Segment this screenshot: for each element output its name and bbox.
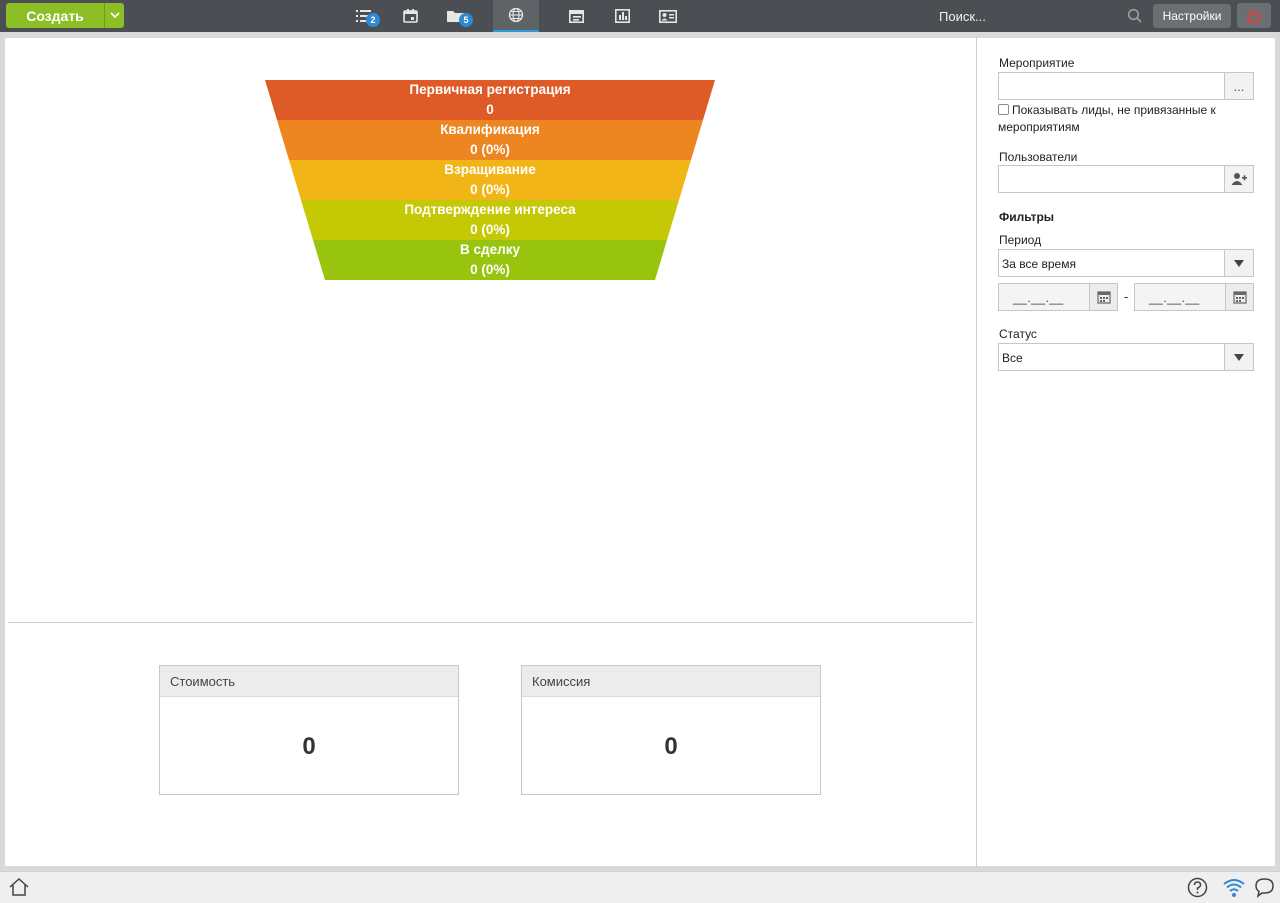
report-pane: Первичная регистрация 0 Квалификация 0 (… xyxy=(5,38,976,866)
status-selected-value: Все xyxy=(1002,351,1023,365)
date-from-value: __.__.__ xyxy=(1013,291,1064,305)
date-to-calendar-button[interactable] xyxy=(1225,284,1253,310)
date-to-field[interactable]: __.__.__ xyxy=(1134,283,1254,311)
create-button-group: Создать xyxy=(6,3,124,28)
main-content: Первичная регистрация 0 Квалификация 0 (… xyxy=(5,38,1275,866)
window-icon xyxy=(568,9,584,23)
funnel-stage-5-value: 0 (0%) xyxy=(470,262,510,277)
cost-card-title: Стоимость xyxy=(160,666,458,697)
chat-bubble-icon xyxy=(1255,878,1274,898)
top-navigation-bar: Создать 2 5 Поиск... Настройки xyxy=(0,0,1280,32)
nav-documents[interactable]: 5 xyxy=(433,0,479,32)
section-divider xyxy=(8,622,973,623)
nav-reports[interactable] xyxy=(599,0,645,32)
chevron-down-icon xyxy=(109,12,120,19)
create-dropdown-toggle[interactable] xyxy=(105,3,124,28)
globe-icon xyxy=(508,7,524,23)
date-range-separator: - xyxy=(1124,289,1129,304)
cost-card-value: 0 xyxy=(302,733,316,760)
funnel-stage-2-name: Квалификация xyxy=(440,122,540,137)
funnel-stage-3-value: 0 (0%) xyxy=(470,182,510,197)
bar-chart-icon xyxy=(614,9,630,23)
funnel-stage-5-name: В сделку xyxy=(460,242,520,257)
power-icon xyxy=(1247,8,1261,24)
help-icon xyxy=(1187,877,1208,898)
nav-crm[interactable] xyxy=(493,0,539,32)
date-from-field[interactable]: __.__.__ xyxy=(998,283,1118,311)
chat-button[interactable] xyxy=(1254,877,1275,901)
triangle-down-icon xyxy=(1234,353,1244,361)
wifi-icon xyxy=(1223,879,1245,897)
calendar-icon xyxy=(1096,291,1111,304)
user-icon xyxy=(1231,173,1247,185)
bottom-status-bar xyxy=(0,871,1280,903)
show-unlinked-label: Показывать лиды, не привязанные к меропр… xyxy=(998,103,1216,134)
triangle-down-icon xyxy=(1234,259,1244,267)
users-field[interactable] xyxy=(998,165,1254,193)
event-label: Мероприятие xyxy=(999,56,1075,70)
settings-button[interactable]: Настройки xyxy=(1153,4,1231,28)
funnel-stage-2-value: 0 (0%) xyxy=(470,142,510,157)
show-unlinked-row: Показывать лиды, не привязанные к меропр… xyxy=(998,102,1238,136)
period-label: Период xyxy=(999,233,1042,247)
help-button[interactable] xyxy=(1187,877,1208,901)
home-icon xyxy=(9,877,29,896)
funnel-stage-4-value: 0 (0%) xyxy=(470,222,510,237)
commission-card: Комиссия 0 xyxy=(521,665,821,795)
funnel-stage-1-name: Первичная регистрация xyxy=(409,82,571,97)
calendar-icon xyxy=(1232,291,1247,304)
tasks-count-badge: 2 xyxy=(366,13,380,27)
connection-status[interactable] xyxy=(1222,877,1246,901)
period-selected-value: За все время xyxy=(1002,257,1076,271)
documents-count-badge: 5 xyxy=(459,13,473,27)
filters-heading: Фильтры xyxy=(999,210,1055,224)
date-to-value: __.__.__ xyxy=(1149,291,1200,305)
logout-button[interactable] xyxy=(1237,3,1271,28)
commission-card-title: Комиссия xyxy=(522,666,820,697)
cost-card: Стоимость 0 xyxy=(159,665,459,795)
filter-panel: Мероприятие ... Показывать лиды, не прив… xyxy=(976,38,1275,866)
create-button[interactable]: Создать xyxy=(6,3,105,28)
global-search-input[interactable]: Поиск... xyxy=(939,9,986,24)
calendar-icon xyxy=(402,9,418,23)
nav-tasks[interactable]: 2 xyxy=(341,0,387,32)
contact-card-icon xyxy=(659,9,677,23)
nav-contacts[interactable] xyxy=(645,0,691,32)
funnel-stage-4-name: Подтверждение интереса xyxy=(404,202,576,217)
nav-calendar[interactable] xyxy=(387,0,433,32)
sales-funnel: Первичная регистрация 0 Квалификация 0 (… xyxy=(265,80,715,280)
status-dropdown-toggle[interactable] xyxy=(1224,344,1253,370)
period-select[interactable]: За все время xyxy=(998,249,1254,277)
event-picker-button[interactable]: ... xyxy=(1224,73,1253,99)
search-icon[interactable] xyxy=(1127,8,1143,27)
status-select[interactable]: Все xyxy=(998,343,1254,371)
users-label: Пользователи xyxy=(999,150,1078,164)
date-from-calendar-button[interactable] xyxy=(1089,284,1117,310)
period-dropdown-toggle[interactable] xyxy=(1224,250,1253,276)
commission-card-value: 0 xyxy=(664,733,678,760)
user-picker-button[interactable] xyxy=(1224,166,1253,192)
funnel-stage-3-name: Взращивание xyxy=(444,162,536,177)
home-button[interactable] xyxy=(8,877,30,900)
funnel-stage-1-value: 0 xyxy=(486,102,494,117)
status-label: Статус xyxy=(999,327,1037,341)
nav-projects[interactable] xyxy=(553,0,599,32)
show-unlinked-checkbox[interactable] xyxy=(998,104,1009,115)
event-field[interactable]: ... xyxy=(998,72,1254,100)
